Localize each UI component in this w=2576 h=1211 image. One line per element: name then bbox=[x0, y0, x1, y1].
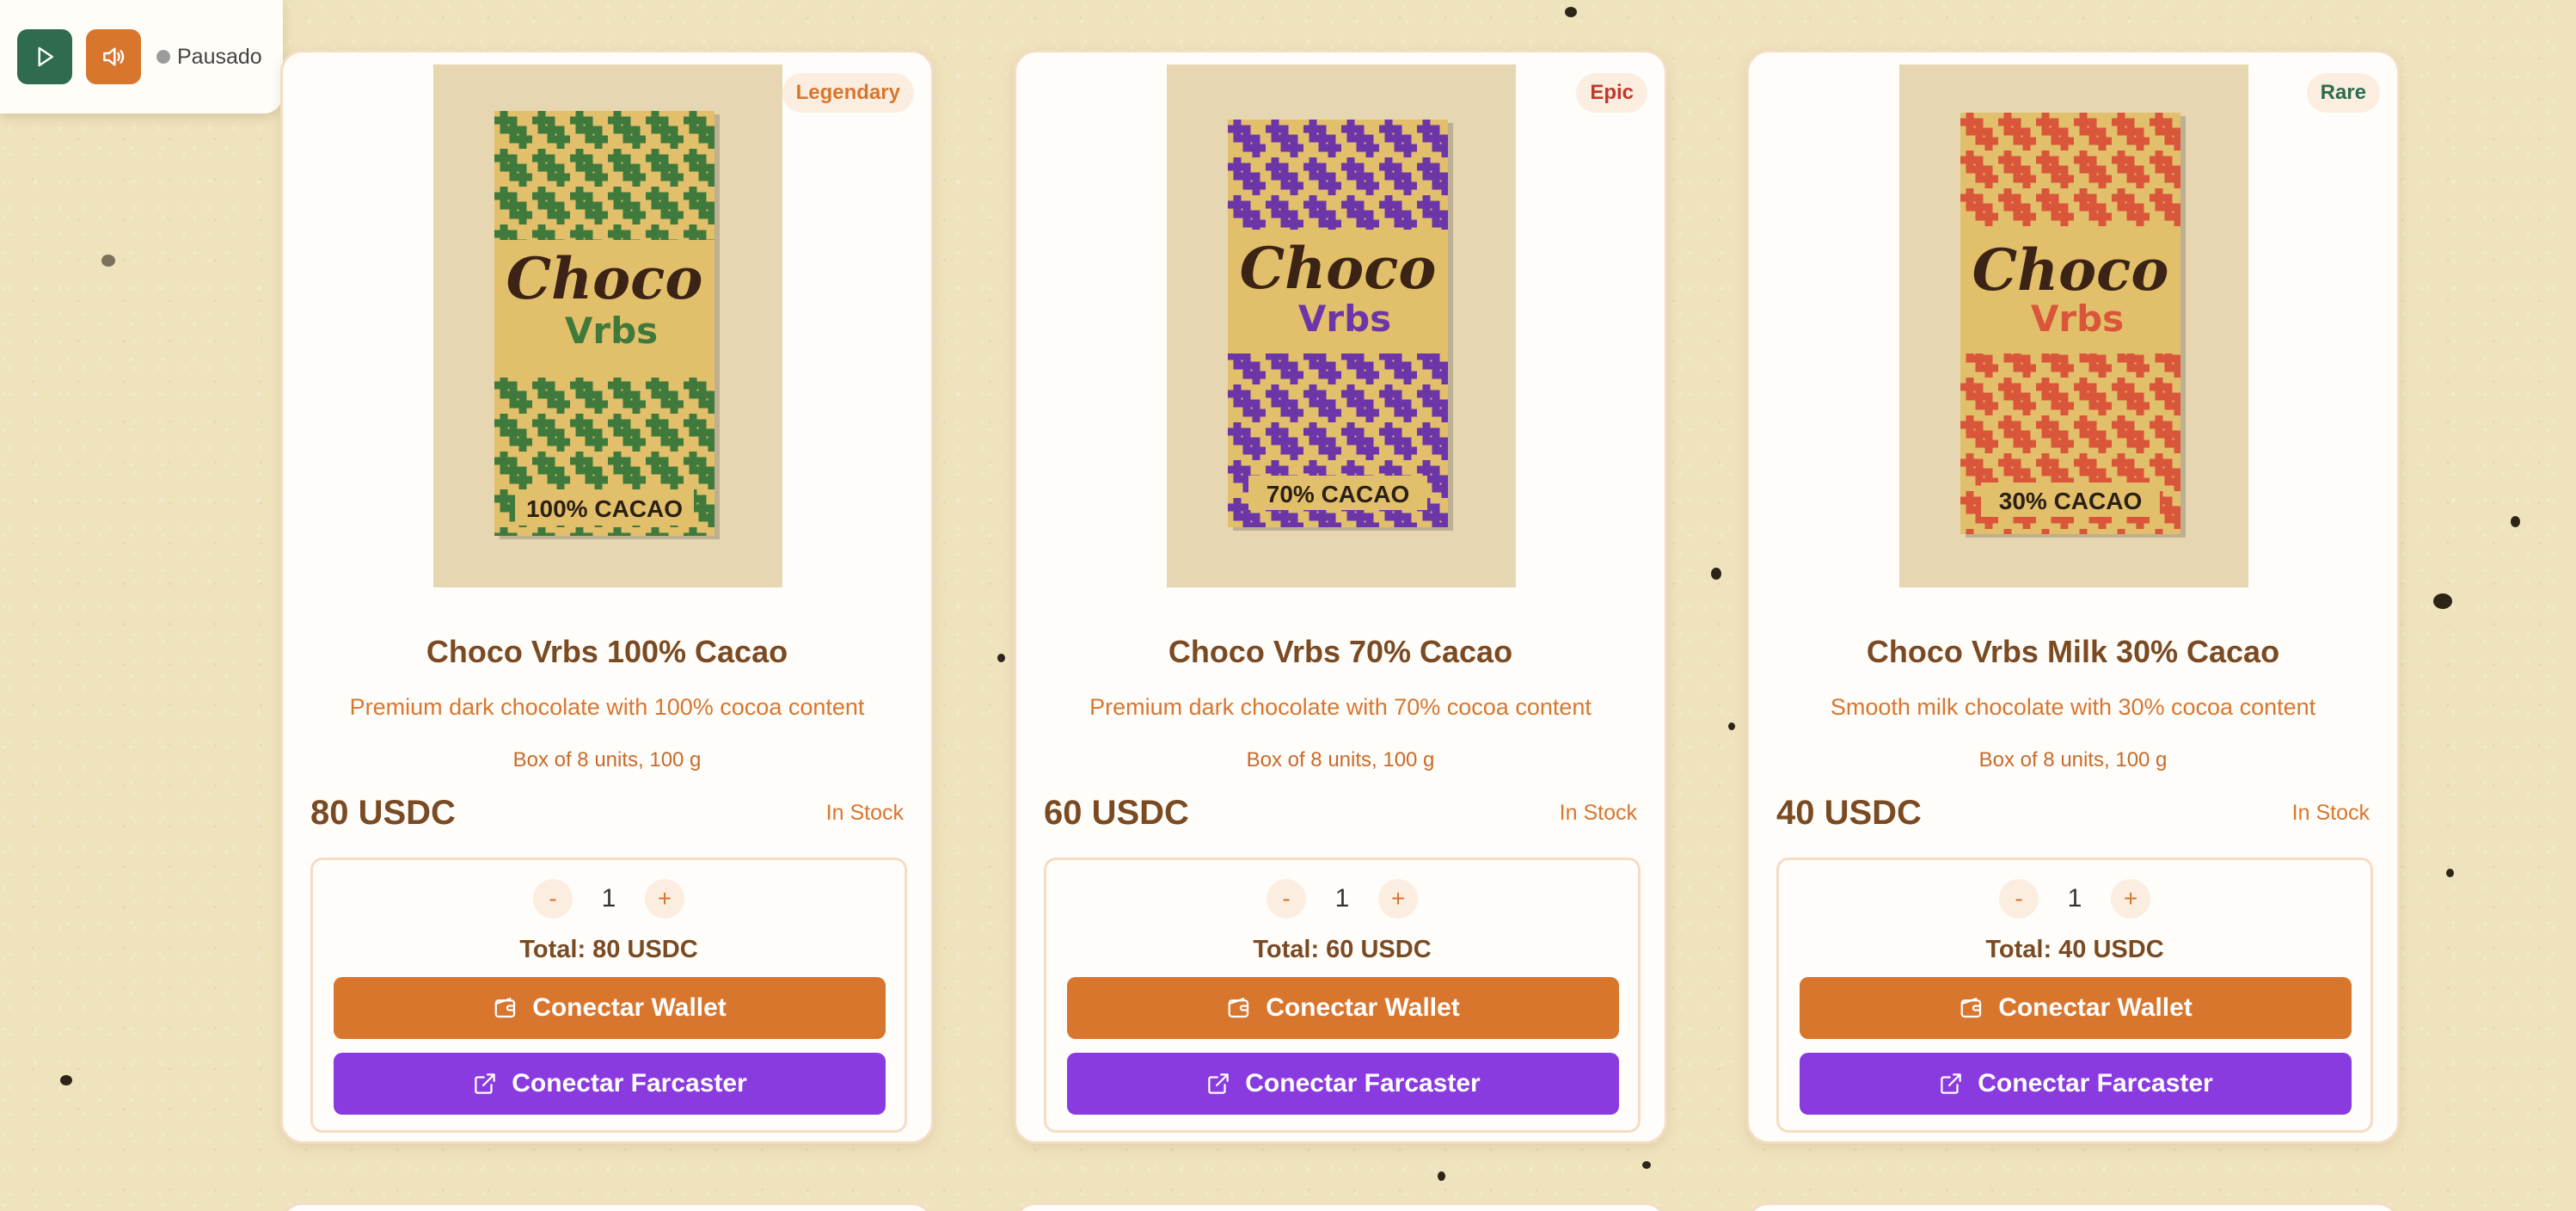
connect-wallet-label: Conectar Wallet bbox=[1266, 993, 1460, 1022]
product-price: 40 USDC bbox=[1776, 794, 1922, 832]
paper-speck bbox=[997, 654, 1005, 662]
connect-farcaster-button[interactable]: Conectar Farcaster bbox=[1800, 1053, 2352, 1115]
external-link-icon bbox=[472, 1071, 498, 1097]
product-card-next-row bbox=[1746, 1202, 2400, 1211]
decrease-button[interactable]: - bbox=[533, 879, 573, 919]
product-image: Choco Vrbs 100% CACAO bbox=[433, 65, 782, 587]
rarity-badge: Legendary bbox=[782, 73, 914, 113]
paper-speck bbox=[1642, 1161, 1651, 1169]
total-price: Total: 40 USDC bbox=[1985, 936, 2164, 963]
quantity-stepper: - 1 + bbox=[1779, 879, 2371, 919]
box-info: Box of 8 units, 100 g bbox=[1246, 748, 1435, 771]
product-image: Choco Vrbs 30% CACAO bbox=[1899, 65, 2248, 587]
stock-status: In Stock bbox=[2291, 801, 2370, 825]
external-link-icon bbox=[1205, 1071, 1231, 1097]
connect-wallet-label: Conectar Wallet bbox=[532, 993, 727, 1022]
decrease-button[interactable]: - bbox=[1999, 879, 2039, 919]
connect-wallet-button[interactable]: Conectar Wallet bbox=[334, 977, 886, 1039]
pack-sub: Vrbs bbox=[2031, 298, 2124, 340]
product-price: 60 USDC bbox=[1044, 794, 1189, 832]
connect-farcaster-label: Conectar Farcaster bbox=[1245, 1069, 1481, 1097]
increase-button[interactable]: + bbox=[1378, 879, 1418, 919]
wallet-icon bbox=[1959, 995, 1984, 1021]
chocolate-bar-image: Choco Vrbs 30% CACAO bbox=[1960, 113, 2186, 538]
external-link-icon bbox=[1938, 1071, 1964, 1097]
stock-status: In Stock bbox=[825, 801, 904, 825]
quantity-value: 1 bbox=[2067, 884, 2082, 913]
pack-sub: Vrbs bbox=[565, 310, 658, 352]
product-title: Choco Vrbs 70% Cacao bbox=[1168, 634, 1513, 669]
quantity-value: 1 bbox=[601, 884, 616, 913]
paper-speck bbox=[1728, 722, 1735, 730]
paper-speck bbox=[2446, 869, 2454, 877]
paper-speck bbox=[60, 1075, 72, 1085]
play-icon bbox=[32, 44, 58, 70]
connect-farcaster-label: Conectar Farcaster bbox=[512, 1069, 747, 1097]
chocolate-bar-image: Choco Vrbs 100% CACAO bbox=[494, 111, 720, 539]
product-description: Premium dark chocolate with 70% cocoa co… bbox=[1089, 694, 1592, 720]
product-card-next-row bbox=[1014, 1202, 1667, 1211]
increase-button[interactable]: + bbox=[2111, 879, 2150, 919]
volume-icon bbox=[100, 43, 127, 71]
product-card-next-row bbox=[280, 1202, 934, 1211]
paper-speck bbox=[1438, 1171, 1445, 1181]
pack-label: 100% CACAO bbox=[526, 495, 683, 522]
connect-farcaster-label: Conectar Farcaster bbox=[1978, 1069, 2213, 1097]
product-card: Choco Vrbs 30% CACAO Rare Choco Vrbs Mil… bbox=[1746, 50, 2400, 1144]
product-title: Choco Vrbs 100% Cacao bbox=[426, 634, 788, 669]
audio-controls: Pausado bbox=[0, 0, 283, 114]
box-info: Box of 8 units, 100 g bbox=[1978, 748, 2168, 771]
decrease-button[interactable]: - bbox=[1267, 879, 1306, 919]
playback-status: Pausado bbox=[177, 44, 262, 69]
product-card: Choco Vrbs 100% CACAO Legendary Choco Vr… bbox=[280, 50, 934, 1144]
wallet-icon bbox=[493, 995, 518, 1021]
paper-speck bbox=[2433, 593, 2452, 609]
connect-wallet-button[interactable]: Conectar Wallet bbox=[1800, 977, 2352, 1039]
stock-status: In Stock bbox=[1559, 801, 1637, 825]
pack-brand: Choco bbox=[506, 245, 703, 312]
pack-brand: Choco bbox=[1972, 237, 2169, 304]
product-card: Choco Vrbs 70% CACAO Epic Choco Vrbs 70%… bbox=[1014, 50, 1667, 1144]
chocolate-bar-image: Choco Vrbs 70% CACAO bbox=[1228, 120, 1453, 531]
sound-button[interactable] bbox=[86, 29, 141, 84]
quantity-value: 1 bbox=[1334, 884, 1350, 913]
pack-brand: Choco bbox=[1240, 235, 1437, 302]
paper-speck bbox=[1565, 7, 1577, 17]
play-button[interactable] bbox=[17, 29, 72, 84]
box-info: Box of 8 units, 100 g bbox=[512, 748, 702, 771]
connect-wallet-label: Conectar Wallet bbox=[1998, 993, 2193, 1022]
rarity-badge: Epic bbox=[1576, 73, 1647, 113]
quantity-stepper: - 1 + bbox=[1046, 879, 1638, 919]
paper-speck bbox=[1711, 568, 1721, 580]
purchase-panel: - 1 + Total: 80 USDC Conectar Wallet Con… bbox=[310, 858, 907, 1133]
purchase-panel: - 1 + Total: 60 USDC Conectar Wallet Con… bbox=[1044, 858, 1641, 1133]
product-image: Choco Vrbs 70% CACAO bbox=[1167, 65, 1516, 587]
increase-button[interactable]: + bbox=[645, 879, 684, 919]
connect-wallet-button[interactable]: Conectar Wallet bbox=[1067, 977, 1619, 1039]
pack-label: 30% CACAO bbox=[1999, 488, 2142, 514]
pack-label: 70% CACAO bbox=[1267, 481, 1409, 507]
status-dot bbox=[156, 50, 170, 64]
paper-speck bbox=[2511, 516, 2520, 527]
product-title: Choco Vrbs Milk 30% Cacao bbox=[1866, 634, 2280, 669]
wallet-icon bbox=[1226, 995, 1252, 1021]
connect-farcaster-button[interactable]: Conectar Farcaster bbox=[334, 1053, 886, 1115]
paper-speck bbox=[101, 255, 115, 267]
rarity-badge: Rare bbox=[2306, 73, 2380, 113]
product-price: 80 USDC bbox=[310, 794, 456, 832]
purchase-panel: - 1 + Total: 40 USDC Conectar Wallet Con… bbox=[1776, 858, 2373, 1133]
pack-sub: Vrbs bbox=[1298, 298, 1391, 340]
quantity-stepper: - 1 + bbox=[313, 879, 905, 919]
total-price: Total: 60 USDC bbox=[1253, 936, 1432, 963]
total-price: Total: 80 USDC bbox=[519, 936, 698, 963]
connect-farcaster-button[interactable]: Conectar Farcaster bbox=[1067, 1053, 1619, 1115]
product-description: Smooth milk chocolate with 30% cocoa con… bbox=[1830, 694, 2316, 720]
product-description: Premium dark chocolate with 100% cocoa c… bbox=[349, 694, 865, 720]
